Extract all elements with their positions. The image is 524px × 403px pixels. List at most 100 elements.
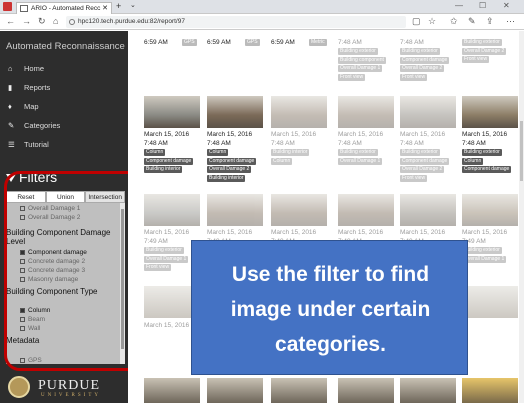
more-icon[interactable]: ⋯ bbox=[506, 16, 515, 27]
photo-time: 7:49 AM bbox=[144, 238, 168, 245]
photo-thumbnail[interactable] bbox=[400, 194, 456, 226]
photo-date: March 15, 2016 bbox=[144, 322, 190, 329]
page-scrollbar[interactable] bbox=[519, 31, 524, 403]
image-card[interactable]: March 15, 20167:49 AMBuilding exteriorOv… bbox=[462, 194, 518, 274]
image-card[interactable] bbox=[462, 286, 518, 326]
category-tag[interactable]: Front view bbox=[400, 73, 428, 81]
category-tag[interactable]: Overall Damage 1 bbox=[144, 255, 189, 263]
photo-thumbnail[interactable] bbox=[144, 96, 200, 128]
category-tag[interactable]: Building component bbox=[338, 56, 386, 64]
category-tag[interactable]: Building exterior bbox=[400, 149, 440, 156]
share-icon[interactable]: ⇪ bbox=[486, 16, 494, 27]
category-tag[interactable]: Front view bbox=[462, 56, 490, 63]
new-tab-icon[interactable]: + bbox=[116, 1, 121, 11]
category-tag[interactable]: Column bbox=[271, 157, 293, 165]
photo-date: March 15, 2016 bbox=[207, 229, 253, 236]
tab-list-chevron-icon[interactable]: ⌄ bbox=[130, 1, 136, 9]
photo-thumbnail[interactable] bbox=[144, 378, 200, 403]
category-tag[interactable]: Component damage bbox=[400, 157, 450, 165]
favorite-star-icon[interactable]: ☆ bbox=[428, 16, 436, 27]
sidebar-item-label: Reports bbox=[24, 83, 51, 92]
browser-tab[interactable]: ARIO - Automated Recc ✕ bbox=[16, 2, 112, 14]
category-tag[interactable]: Front view bbox=[400, 174, 428, 182]
photo-thumbnail[interactable] bbox=[462, 286, 518, 318]
photo-thumbnail[interactable] bbox=[271, 378, 327, 403]
close-tab-icon[interactable]: ✕ bbox=[102, 3, 108, 14]
callout-line: image under certain bbox=[230, 298, 431, 321]
category-tag[interactable]: Front view bbox=[338, 73, 366, 81]
category-tag[interactable]: Building exterior bbox=[338, 48, 378, 55]
category-tag[interactable]: Column bbox=[144, 149, 166, 156]
brand-title[interactable]: Automated Reconnaissance I... bbox=[6, 41, 138, 52]
image-card[interactable]: March 15, 2016 7:48 AM Building exterior Ov… bbox=[338, 96, 394, 176]
category-tag[interactable]: Overall Damage 1 bbox=[338, 65, 383, 72]
category-tag[interactable]: Building exterior bbox=[400, 48, 440, 55]
notes-pen-icon[interactable]: ✎ bbox=[468, 16, 476, 27]
home-icon: ⌂ bbox=[8, 64, 13, 73]
category-tag[interactable]: Column bbox=[462, 157, 484, 165]
forward-icon[interactable]: → bbox=[22, 16, 31, 26]
category-tag[interactable]: Overall Damage 2 bbox=[400, 65, 445, 72]
category-tag[interactable]: Building exterior bbox=[462, 149, 502, 156]
category-tag[interactable]: Front view bbox=[144, 264, 172, 271]
photo-thumbnail[interactable] bbox=[207, 194, 263, 226]
maximize-icon[interactable]: ☐ bbox=[479, 1, 486, 10]
image-card[interactable]: March 15, 2016 7:48 AM Building exterior Co… bbox=[400, 96, 456, 182]
category-tag[interactable]: Overall Damage 2 bbox=[400, 166, 445, 173]
photo-time: 7:48 AM bbox=[338, 140, 362, 147]
tab-title: ARIO - Automated Recc bbox=[31, 5, 101, 12]
photo-thumbnail[interactable] bbox=[144, 194, 200, 226]
browser-tab-bar: ARIO - Automated Recc ✕ + ⌄ — ☐ ✕ bbox=[0, 0, 524, 14]
photo-thumbnail[interactable] bbox=[338, 96, 394, 128]
photo-thumbnail[interactable] bbox=[207, 378, 263, 403]
category-tag[interactable]: Overall Damage 2 bbox=[462, 47, 507, 55]
photo-thumbnail[interactable] bbox=[462, 96, 518, 128]
photo-thumbnail[interactable] bbox=[462, 194, 518, 226]
category-tag[interactable]: Building interior bbox=[271, 149, 310, 156]
home-browser-icon[interactable]: ⌂ bbox=[53, 16, 58, 26]
category-tag[interactable]: Column bbox=[207, 149, 229, 156]
category-tag[interactable]: Building exterior bbox=[144, 247, 184, 254]
photo-thumbnail[interactable] bbox=[400, 378, 456, 403]
photo-thumbnail[interactable] bbox=[462, 378, 518, 403]
category-tag[interactable]: Building exterior bbox=[462, 39, 502, 46]
category-tag[interactable]: Building interior bbox=[144, 166, 183, 173]
category-tag[interactable]: Building exterior bbox=[338, 149, 378, 156]
photo-thumbnail[interactable] bbox=[338, 194, 394, 226]
image-card[interactable]: March 15, 2016 7:48 AM Building interior Co… bbox=[271, 96, 327, 176]
favorites-hub-icon[interactable]: ✩ bbox=[450, 16, 458, 27]
minimize-icon[interactable]: — bbox=[455, 1, 463, 10]
photo-date: March 15, 2016 bbox=[144, 229, 190, 236]
image-card[interactable]: March 15, 2016 7:48 AM Column Component dam… bbox=[144, 96, 200, 176]
photo-date: March 15, 2016 bbox=[271, 131, 317, 138]
back-icon[interactable]: ← bbox=[6, 16, 15, 26]
sidebar-item-label: Tutorial bbox=[24, 140, 49, 149]
photo-date: March 15, 2016 bbox=[271, 229, 317, 236]
image-card[interactable]: March 15, 2016 7:48 AM Column Component dam… bbox=[207, 96, 263, 182]
url-field[interactable]: hpc120.tech.purdue.edu:82/report/97 bbox=[66, 16, 406, 28]
refresh-icon[interactable]: ↻ bbox=[38, 16, 46, 27]
photo-thumbnail[interactable] bbox=[207, 96, 263, 128]
reading-view-icon[interactable]: ▢ bbox=[412, 16, 421, 27]
category-tag[interactable]: Overall Damage 1 bbox=[462, 255, 507, 263]
category-tag[interactable]: Component damage bbox=[400, 56, 450, 64]
photo-thumbnail[interactable] bbox=[338, 378, 394, 403]
category-tag[interactable]: Component damage bbox=[462, 166, 512, 173]
app-icon bbox=[3, 2, 12, 11]
category-tag[interactable]: Component damage bbox=[144, 157, 194, 165]
category-tag[interactable]: Overall Damage 1 bbox=[338, 157, 383, 165]
category-tag[interactable]: Building interior bbox=[207, 174, 246, 182]
photo-time: 6:59 AM bbox=[271, 39, 295, 46]
photo-thumbnail[interactable] bbox=[400, 96, 456, 128]
window-close-icon[interactable]: ✕ bbox=[503, 1, 510, 10]
photo-badge: GPS bbox=[182, 39, 197, 46]
photo-thumbnail[interactable] bbox=[271, 194, 327, 226]
page-scroll-thumb[interactable] bbox=[520, 121, 523, 181]
photo-time: 7:48 AM bbox=[207, 140, 231, 147]
address-bar: ← → ↻ ⌂ hpc120.tech.purdue.edu:82/report… bbox=[0, 14, 524, 30]
category-tag[interactable]: Component damage bbox=[207, 157, 257, 165]
logo-text: PURDUE bbox=[38, 378, 101, 393]
photo-thumbnail[interactable] bbox=[271, 96, 327, 128]
image-card[interactable]: March 15, 2016 7:48 AM Building exterior Co… bbox=[462, 96, 518, 176]
category-tag[interactable]: Overall Damage 2 bbox=[207, 166, 252, 173]
